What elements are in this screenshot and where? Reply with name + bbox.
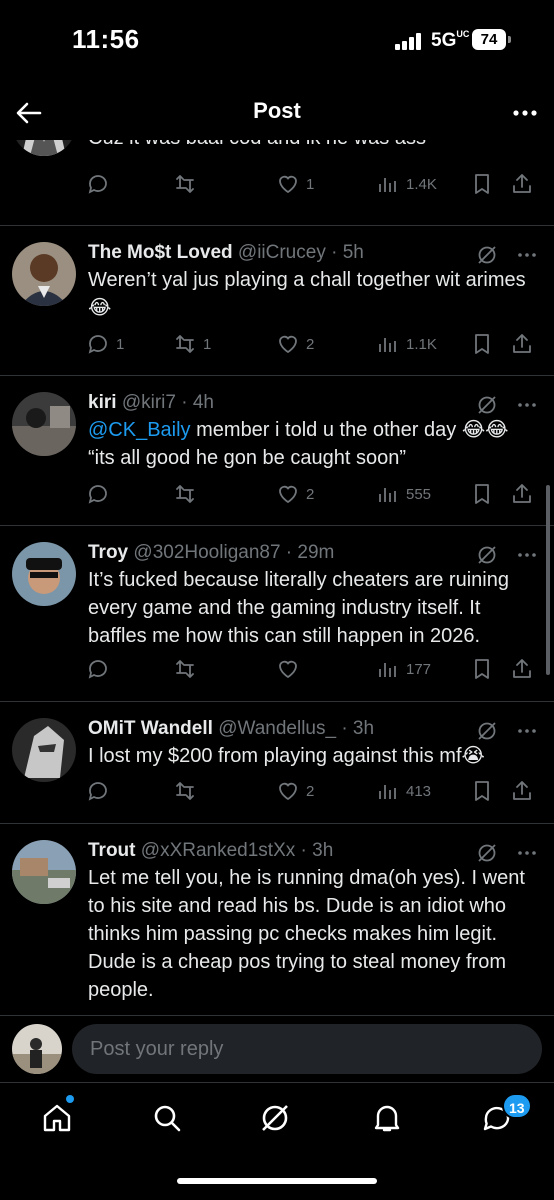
header: Post [0,84,554,140]
bookmark-icon[interactable] [470,776,494,806]
views-icon[interactable]: 555 [376,479,431,509]
more-icon[interactable] [516,244,538,266]
more-icon[interactable] [516,720,538,742]
share-icon[interactable] [510,329,534,359]
share-icon[interactable] [510,479,534,509]
reply-actions: 177 [80,654,546,684]
reply-composer [0,1016,554,1082]
display-name[interactable]: The Mo$t Loved [88,242,233,263]
bookmark-icon[interactable] [470,479,494,509]
reply-icon[interactable] [86,479,116,509]
repost-icon[interactable] [173,776,203,806]
home-indicator [177,1178,377,1184]
handle[interactable]: @kiri7 · 4h [122,392,214,413]
grok-icon[interactable] [476,244,498,266]
grok-icon[interactable] [476,544,498,566]
bookmark-icon[interactable] [470,329,494,359]
status-time: 11:56 [72,24,140,54]
repost-icon[interactable]: 1 [173,329,211,359]
home-icon[interactable] [40,1101,80,1141]
replies-feed: Cuz it was baal cod and ik he was ass 1 … [0,140,554,1016]
reply-icon[interactable] [86,654,116,684]
avatar[interactable] [12,392,76,456]
battery-tip [508,36,511,43]
views-icon[interactable]: 1.4K [376,169,437,199]
handle[interactable]: @iiCrucey · 5h [238,242,364,263]
avatar[interactable] [12,542,76,606]
views-icon[interactable]: 177 [376,654,431,684]
like-icon[interactable] [276,654,306,684]
grok-icon[interactable] [476,842,498,864]
reply-actions: 1 1 2 1.1K [80,329,546,359]
status-bar: 11:56 5GUC 74 [0,0,554,84]
search-icon[interactable] [150,1101,190,1141]
handle[interactable]: @Wandellus_ · 3h [218,718,374,739]
network-indicator: 5GUC [431,29,470,52]
reply-item[interactable]: Cuz it was baal cod and ik he was ass 1 … [0,140,554,226]
share-icon[interactable] [510,169,534,199]
share-icon[interactable] [510,654,534,684]
battery-icon: 74 [472,29,506,50]
display-name[interactable]: kiri [88,392,117,413]
reply-icon[interactable] [86,776,116,806]
avatar[interactable] [12,242,76,306]
more-icon[interactable] [516,394,538,416]
reply-text: It’s fucked because literally cheaters a… [88,569,509,647]
grok-icon[interactable] [476,720,498,742]
avatar[interactable] [12,140,76,156]
signal-icon [395,32,425,50]
reply-icon[interactable] [86,169,116,199]
like-icon[interactable]: 2 [276,329,314,359]
page-title: Post [253,98,301,123]
bookmark-icon[interactable] [470,654,494,684]
reply-text: @CK_Baily member i told u the other day … [88,419,509,469]
like-icon[interactable]: 2 [276,776,314,806]
messages-badge: 13 [502,1093,532,1119]
handle[interactable]: @xXRanked1stXx · 3h [141,840,334,861]
scrollbar[interactable] [546,485,550,675]
like-icon[interactable]: 1 [276,169,314,199]
reply-text: I lost my $200 from playing against this… [88,745,485,767]
mention-link[interactable]: @CK_Baily [88,419,191,441]
avatar[interactable] [12,718,76,782]
display-name[interactable]: OMiT Wandell [88,718,213,739]
reply-actions: 2 413 [80,776,546,806]
my-avatar[interactable] [12,1024,62,1074]
handle[interactable]: @302Hooligan87 · 29m [133,542,334,563]
reply-item[interactable]: Trout @xXRanked1stXx · 3h Let me tell yo… [0,824,554,1016]
views-icon[interactable]: 1.1K [376,329,437,359]
reply-item[interactable]: OMiT Wandell @Wandellus_ · 3h I lost my … [0,702,554,824]
reply-text: Let me tell you, he is running dma(oh ye… [88,867,525,1001]
display-name[interactable]: Trout [88,840,136,861]
avatar[interactable] [12,840,76,904]
reply-input[interactable] [72,1024,542,1074]
grok-icon[interactable] [476,394,498,416]
share-icon[interactable] [510,776,534,806]
views-icon[interactable]: 413 [376,776,431,806]
reply-text: Weren’t yal jus playing a chall together… [88,269,526,319]
reply-actions: 1 1.4K [80,169,546,199]
reply-text: Cuz it was baal cod and ik he was ass [88,140,540,152]
more-icon[interactable] [516,842,538,864]
more-icon[interactable] [510,98,540,128]
reply-icon[interactable]: 1 [86,329,124,359]
reply-actions: 2 555 [80,479,546,509]
reply-item[interactable]: Troy @302Hooligan87 · 29m It’s fucked be… [0,526,554,702]
grok-icon[interactable] [258,1101,298,1141]
repost-icon[interactable] [173,479,203,509]
repost-icon[interactable] [173,654,203,684]
more-icon[interactable] [516,544,538,566]
repost-icon[interactable] [173,169,203,199]
bell-icon[interactable] [370,1101,410,1141]
reply-item[interactable]: kiri @kiri7 · 4h @CK_Baily member i told… [0,376,554,526]
home-notification-dot [66,1095,74,1103]
bookmark-icon[interactable] [470,169,494,199]
like-icon[interactable]: 2 [276,479,314,509]
reply-item[interactable]: The Mo$t Loved @iiCrucey · 5h Weren’t ya… [0,226,554,376]
display-name[interactable]: Troy [88,542,128,563]
